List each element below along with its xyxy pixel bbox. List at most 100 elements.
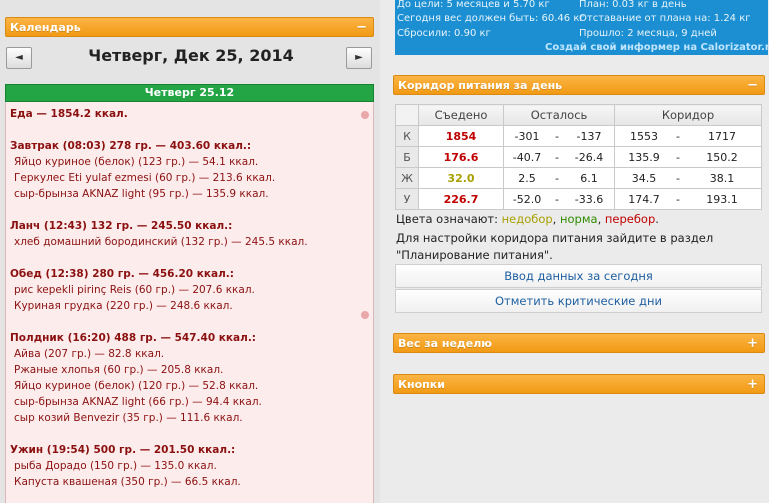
corridor-hint-line2: "Планирование питания". (396, 248, 553, 262)
next-day-button[interactable]: ► (346, 47, 372, 69)
meal-header: Полдник (16:20) 488 гр. — 547.40 ккал.: (10, 332, 257, 344)
table-header-row: Съедено Осталось Коридор (395, 104, 762, 126)
food-item: сыр-брынза AKNAZ light (95 гр.) — 135.9 … (14, 188, 269, 200)
informer-link[interactable]: Создай свой информер на Calorizator.ru (545, 42, 769, 53)
arrow-left-icon: ◄ (15, 52, 23, 63)
left-to: -26.4 (564, 146, 615, 168)
calendar-header[interactable]: Календарь − (5, 17, 374, 37)
row-label: Б (395, 146, 419, 168)
meal-header: Ланч (12:43) 132 гр. — 245.50 ккал.: (10, 220, 233, 232)
left-sep: - (550, 188, 564, 210)
col-left-header: Осталось (503, 104, 615, 126)
corridor-sep: - (673, 167, 683, 189)
legend-under: недобор (501, 212, 553, 226)
buttons-panel-header[interactable]: Кнопки + (393, 374, 765, 394)
eaten-value: 32.0 (418, 167, 504, 189)
calendar-title: Календарь (10, 21, 81, 34)
corridor-to: 150.2 (683, 146, 762, 168)
food-item: Айва (207 гр.) — 82.8 ккал. (14, 348, 165, 360)
row-label: У (395, 188, 419, 210)
table-row: У 226.7 -52.0 - -33.6 174.7 - 193.1 (395, 188, 762, 210)
food-item: Капуста квашеная (350 гр.) — 66.5 ккал. (14, 476, 241, 488)
day-label-bar[interactable]: Четверг 25.12 (5, 84, 374, 102)
corner-cell (395, 104, 419, 126)
meal-header: Обед (12:38) 280 гр. — 456.20 ккал.: (10, 268, 234, 280)
legend-sep: , (552, 212, 557, 226)
color-legend: Цвета означают: недобор, норма, перебор. (396, 212, 659, 226)
left-from: 2.5 (503, 167, 550, 189)
mark-critical-days-button[interactable]: Отметить критические дни (395, 289, 762, 313)
corridor-table: Съедено Осталось Коридор К 1854 -301 - -… (395, 104, 762, 210)
lost-text: Сбросили: 0.90 кг (397, 28, 491, 39)
table-row: Ж 32.0 2.5 - 6.1 34.5 - 38.1 (395, 167, 762, 189)
row-label: Ж (395, 167, 419, 189)
week-weight-title: Вес за неделю (398, 337, 492, 350)
weight-informer: До цели: 5 месяцев и 5.70 кг План: 0.03 … (395, 0, 769, 55)
prev-day-button[interactable]: ◄ (6, 47, 32, 69)
corridor-from: 174.7 (614, 188, 673, 210)
enter-today-data-button[interactable]: Ввод данных за сегодня (395, 264, 762, 288)
food-item: хлеб домашний бородинский (132 гр.) — 24… (14, 236, 308, 248)
legend-sep: , (597, 212, 602, 226)
corridor-from: 1553 (614, 125, 673, 147)
to-goal-text: До цели: 5 месяцев и 5.70 кг (397, 0, 550, 10)
passed-text: Прошло: 2 месяца, 9 дней (579, 28, 717, 39)
apple-icon (361, 311, 369, 319)
corridor-to: 1717 (683, 125, 762, 147)
food-log-panel: Еда — 1854.2 ккал. Завтрак (08:03) 278 г… (5, 102, 374, 503)
left-to: 6.1 (564, 167, 615, 189)
left-from: -52.0 (503, 188, 550, 210)
food-item: Яйцо куриное (белок) (123 гр.) — 54.1 кк… (14, 156, 259, 168)
left-to: -33.6 (564, 188, 615, 210)
food-item: Геркулес Eti yulaf ezmesi (60 гр.) — 213… (14, 172, 276, 184)
row-label: К (395, 125, 419, 147)
food-item: сыр-брынза AKNAZ light (66 гр.) — 94.4 к… (14, 396, 262, 408)
col-eaten-header: Съедено (418, 104, 504, 126)
corridor-from: 135.9 (614, 146, 673, 168)
expand-icon[interactable]: + (747, 375, 758, 395)
left-sep: - (550, 125, 564, 147)
left-to: -137 (564, 125, 615, 147)
expand-icon[interactable]: + (747, 334, 758, 354)
eaten-value: 176.6 (418, 146, 504, 168)
food-item: рис kepekli pirinç Reis (60 гр.) — 207.6… (14, 284, 255, 296)
eaten-value: 1854 (418, 125, 504, 147)
table-row: Б 176.6 -40.7 - -26.4 135.9 - 150.2 (395, 146, 762, 168)
arrow-right-icon: ► (355, 52, 363, 63)
corridor-sep: - (673, 188, 683, 210)
legend-over: перебор (604, 212, 656, 226)
food-item: сыр козий Benvezir (35 гр.) — 111.6 ккал… (14, 412, 243, 424)
food-item: Куриная грудка (220 гр.) — 248.6 ккал. (14, 300, 233, 312)
left-from: -40.7 (503, 146, 550, 168)
buttons-panel-title: Кнопки (398, 378, 445, 391)
meal-header: Завтрак (08:03) 278 гр. — 403.60 ккал.: (10, 140, 252, 152)
date-title: Четверг, Дек 25, 2014 (88, 46, 294, 65)
week-weight-header[interactable]: Вес за неделю + (393, 333, 765, 353)
collapse-icon[interactable]: − (356, 18, 367, 38)
food-item: рыба Дорадо (150 гр.) — 135.0 ккал. (14, 460, 217, 472)
table-row: К 1854 -301 - -137 1553 - 1717 (395, 125, 762, 147)
legend-norm: норма (559, 212, 598, 226)
today-weight-text: Сегодня вес должен быть: 60.46 кг (397, 13, 585, 24)
collapse-icon[interactable]: − (747, 76, 758, 96)
eaten-value: 226.7 (418, 188, 504, 210)
left-sep: - (550, 146, 564, 168)
left-from: -301 (503, 125, 550, 147)
food-total: Еда — 1854.2 ккал. (10, 108, 128, 120)
apple-icon (361, 111, 369, 119)
corridor-sep: - (673, 146, 683, 168)
plan-text: План: 0.03 кг в день (579, 0, 687, 10)
corridor-sep: - (673, 125, 683, 147)
col-corridor-header: Коридор (614, 104, 762, 126)
corridor-to: 38.1 (683, 167, 762, 189)
legend-prefix: Цвета означают: (396, 212, 498, 226)
corridor-to: 193.1 (683, 188, 762, 210)
food-item: Ржаные хлопья (60 гр.) — 205.8 ккал. (14, 364, 224, 376)
corridor-header[interactable]: Коридор питания за день − (393, 75, 765, 95)
food-item: Яйцо куриное (белок) (120 гр.) — 52.8 кк… (14, 380, 259, 392)
left-sep: - (550, 167, 564, 189)
behind-plan-text: Отставание от плана на: 1.24 кг (579, 13, 751, 24)
corridor-from: 34.5 (614, 167, 673, 189)
corridor-title: Коридор питания за день (398, 79, 563, 92)
legend-end: . (655, 212, 659, 226)
